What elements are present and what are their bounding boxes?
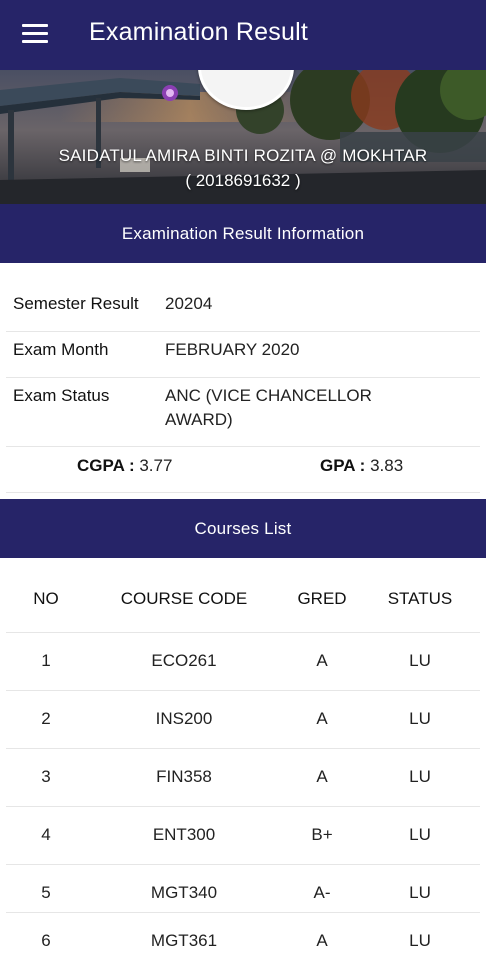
table-row: 1 ECO261 A LU: [6, 632, 480, 691]
row-grade: A: [316, 767, 328, 786]
column-header-no: NO: [33, 589, 59, 608]
profile-banner: SAIDATUL AMIRA BINTI ROZITA @ MOKHTAR ( …: [0, 70, 486, 204]
row-grade: A: [316, 709, 328, 728]
exam-status-row: Exam Status ANC (VICE CHANCELLOR AWARD): [6, 377, 480, 447]
row-status: LU: [409, 709, 431, 728]
row-no: 2: [41, 709, 51, 728]
table-row: 3 FIN358 A LU: [6, 748, 480, 807]
row-course-code: INS200: [155, 709, 213, 728]
gpa-value: 3.83: [370, 456, 404, 475]
app-bar: Examination Result: [0, 0, 486, 70]
row-no: 5: [41, 883, 51, 902]
page-title: Examination Result: [89, 18, 308, 46]
cgpa-label: CGPA :: [77, 456, 135, 475]
row-status: LU: [409, 931, 431, 950]
row-status: LU: [409, 825, 431, 844]
semester-row: Semester Result 20204: [6, 285, 480, 332]
row-no: 6: [41, 931, 51, 950]
row-no: 1: [41, 651, 51, 670]
exam-month-label: Exam Month: [13, 340, 109, 359]
exam-info-header: Examination Result Information: [0, 204, 486, 263]
hamburger-menu-icon[interactable]: [22, 24, 48, 46]
gpa-label: GPA :: [320, 456, 366, 475]
exam-status-value-line2: AWARD): [165, 410, 233, 429]
row-no: 4: [41, 825, 51, 844]
row-course-code: FIN358: [156, 767, 212, 786]
column-header-status: STATUS: [387, 589, 453, 608]
student-id: ( 2018691632 ): [185, 171, 301, 190]
student-name: SAIDATUL AMIRA BINTI ROZITA @ MOKHTAR: [58, 146, 428, 165]
semester-label: Semester Result: [13, 294, 139, 313]
table-row: 2 INS200 A LU: [6, 690, 480, 749]
row-course-code: MGT361: [150, 931, 218, 950]
row-status: LU: [409, 651, 431, 670]
courses-list-header: Courses List: [0, 499, 486, 558]
row-status: LU: [409, 883, 431, 902]
column-header-grade: GRED: [297, 589, 347, 608]
exam-month-value: FEBRUARY 2020: [165, 340, 300, 359]
exam-month-row: Exam Month FEBRUARY 2020: [6, 331, 480, 378]
column-header-course-code: COURSE CODE: [120, 589, 248, 608]
exam-status-value-line1: ANC (VICE CHANCELLOR: [165, 386, 372, 405]
cgpa: CGPA : 3.77: [77, 456, 172, 476]
row-grade: A-: [313, 883, 331, 902]
row-grade: A: [316, 931, 328, 950]
row-course-code: MGT340: [150, 883, 218, 902]
row-status: LU: [409, 767, 431, 786]
row-course-code: ECO261: [151, 651, 217, 670]
row-no: 3: [41, 767, 51, 786]
row-grade: B+: [311, 825, 333, 844]
semester-value: 20204: [165, 294, 213, 313]
gpa-row: CGPA : 3.77 GPA : 3.83: [6, 446, 480, 493]
row-grade: A: [316, 651, 328, 670]
gpa: GPA : 3.83: [320, 456, 403, 476]
exam-status-label: Exam Status: [13, 386, 110, 405]
table-row: 4 ENT300 B+ LU: [6, 806, 480, 865]
row-course-code: ENT300: [152, 825, 216, 844]
cgpa-value: 3.77: [139, 456, 173, 475]
table-row: 6 MGT361 A LU: [6, 912, 480, 970]
